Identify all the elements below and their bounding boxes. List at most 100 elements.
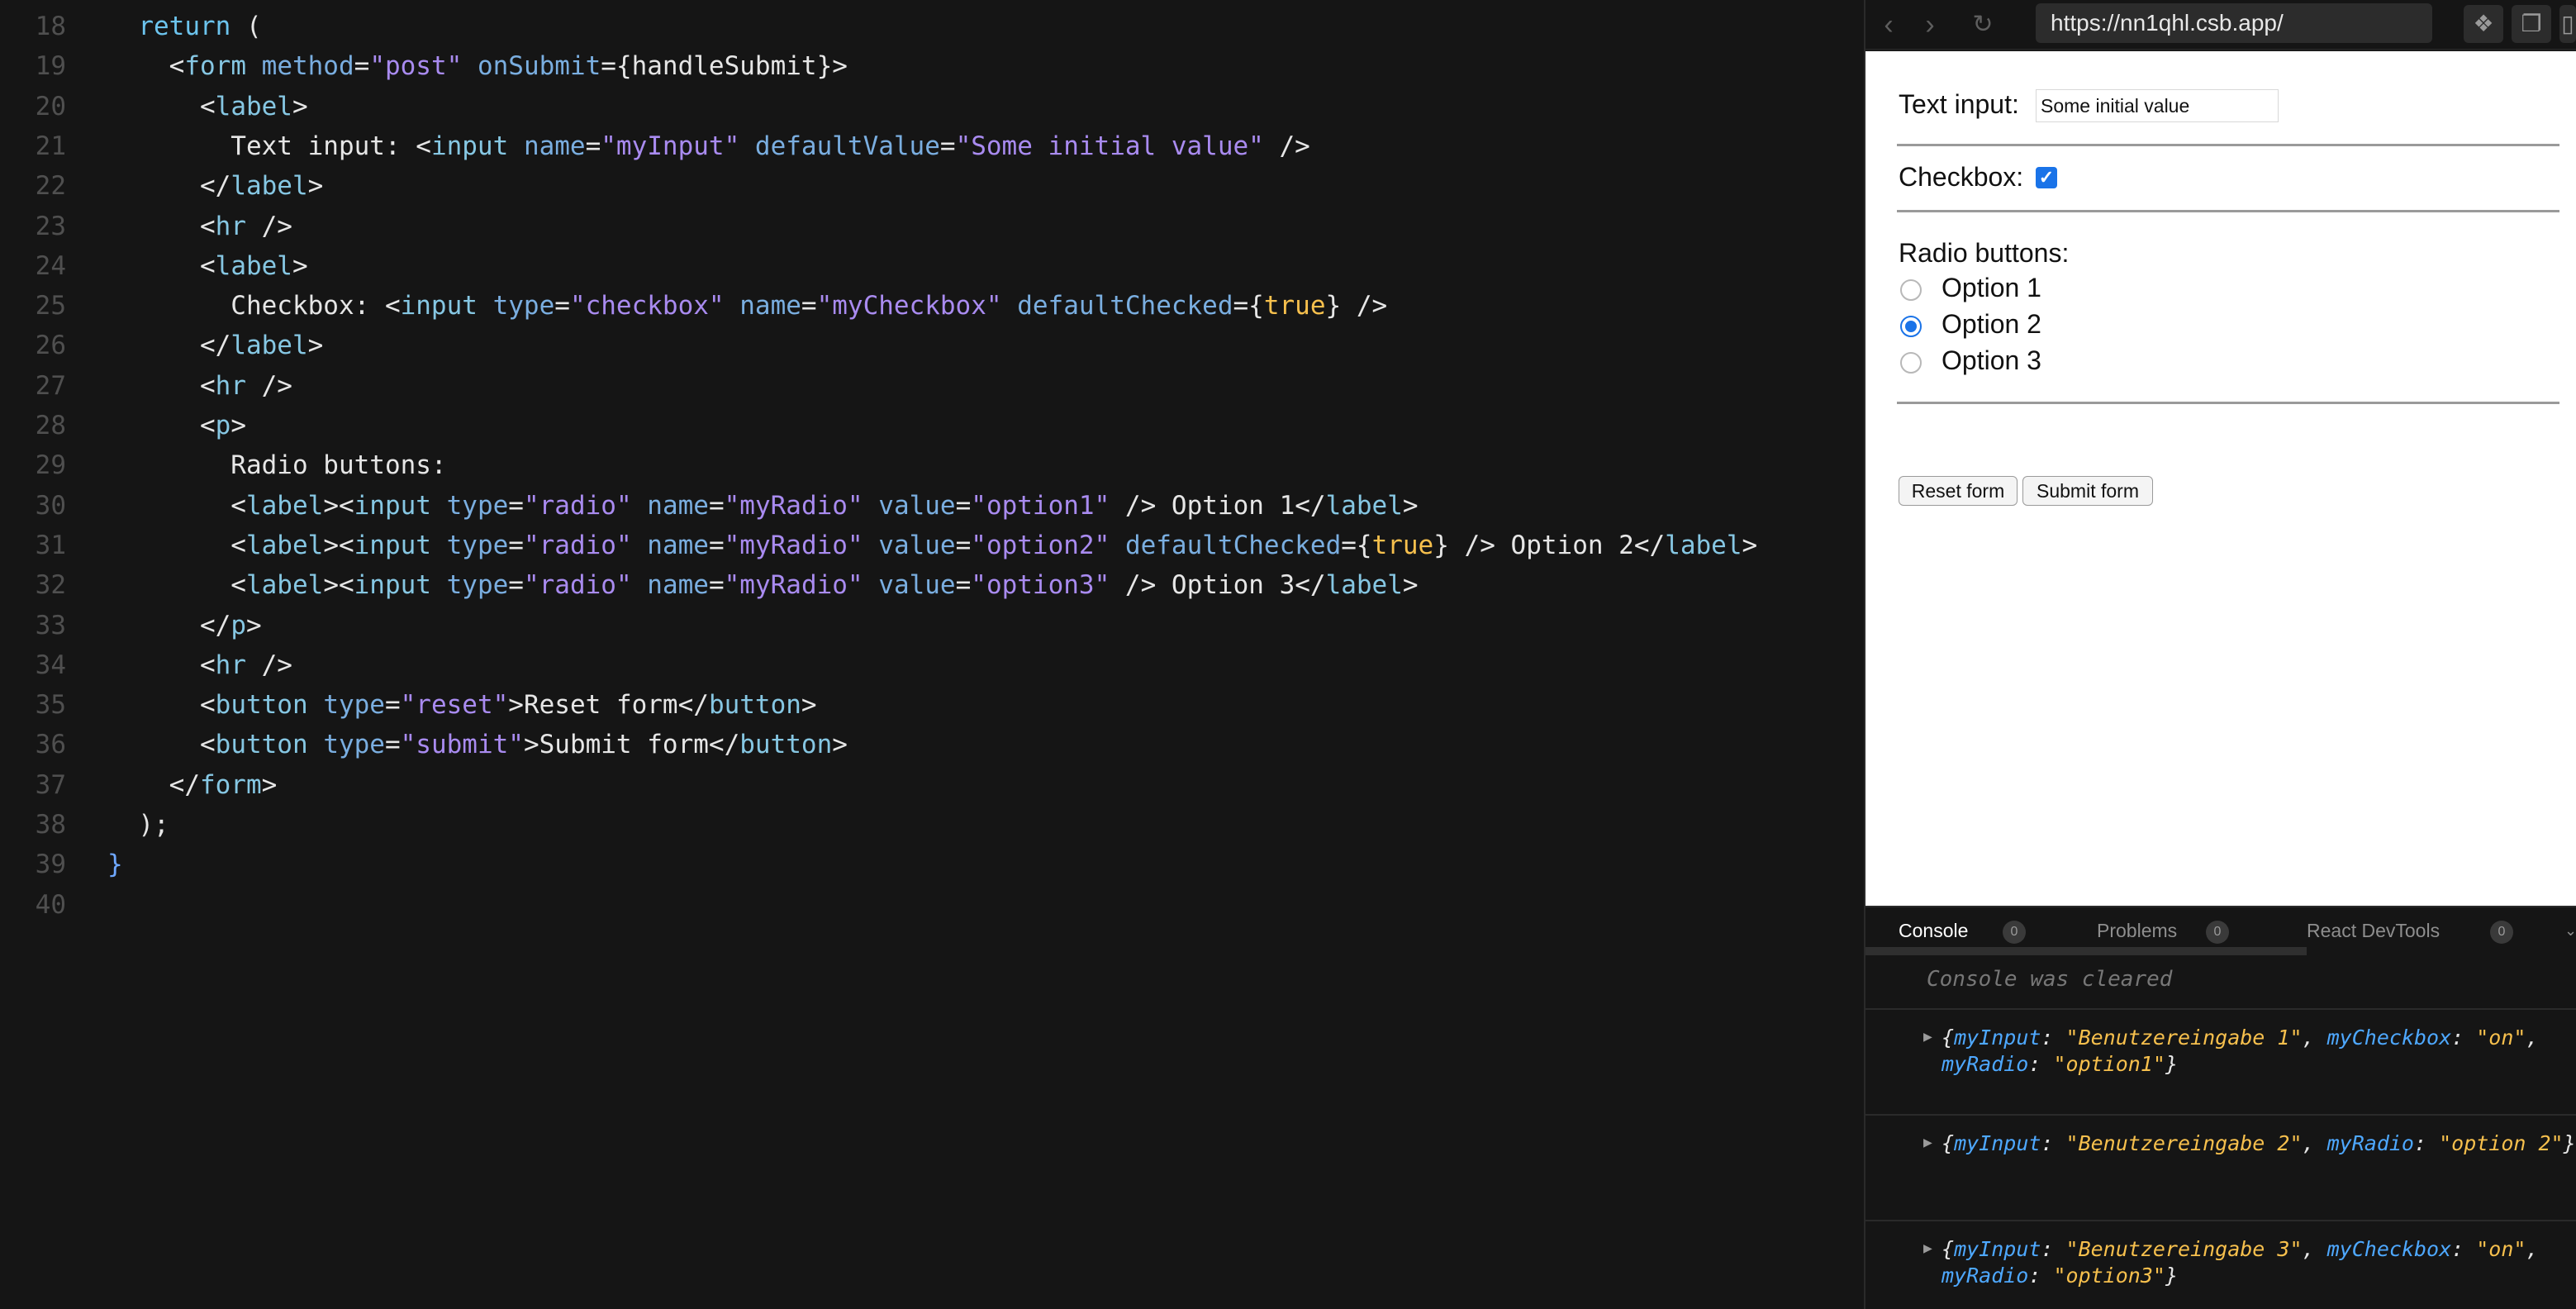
code-line[interactable]: 22 </label> [0, 166, 1839, 206]
code-token: "myCheckbox" [816, 291, 1002, 321]
code-token: label [215, 91, 292, 121]
log-value: "option3" [2053, 1264, 2165, 1288]
console-log-entry[interactable]: {myInput: "Benutzereingabe 1", myCheckbo… [1942, 1025, 2576, 1078]
open-window-icon[interactable]: ❐ [2512, 5, 2551, 43]
console-log-entry[interactable]: {myInput: "Benutzereingabe 3", myCheckbo… [1942, 1236, 2576, 1289]
code-line[interactable]: 26 </label> [0, 326, 1839, 365]
console-log-entry[interactable]: {myInput: "Benutzereingabe 2", myRadio: … [1942, 1130, 2576, 1157]
code-line[interactable]: 36 <button type="submit">Submit form</bu… [0, 725, 1839, 764]
radio-option-1[interactable] [1900, 279, 1922, 301]
line-number: 24 [35, 250, 66, 281]
code-line[interactable]: 28 <p> [0, 406, 1839, 445]
code-token: "option3" [971, 570, 1110, 601]
devtools-tabs: Console 0 Problems 0 React DevTools 0 ⌄ [1865, 907, 2576, 955]
code-token: } /> Option 2</ [1433, 530, 1666, 560]
expand-arrow-icon[interactable]: ▶ [1923, 1240, 1932, 1257]
checkbox[interactable]: ✓ [2036, 167, 2057, 188]
code-token: ={ [1341, 530, 1372, 560]
line-number: 36 [35, 730, 66, 760]
code-line[interactable]: 21 Text input: <input name="myInput" def… [0, 126, 1839, 166]
code-token: type [446, 570, 509, 601]
divider [1897, 402, 2559, 404]
code-token: </ [107, 610, 231, 640]
code-line[interactable]: 34 <hr /> [0, 645, 1839, 685]
code-token: = [955, 490, 972, 521]
expand-arrow-icon[interactable]: ▶ [1923, 1134, 1932, 1151]
code-text: <hr /> [107, 366, 292, 406]
code-line[interactable]: 25 Checkbox: <input type="checkbox" name… [0, 286, 1839, 326]
chevron-down-icon[interactable]: ⌄ [2564, 917, 2576, 944]
code-text: <button type="reset">Reset form</button> [107, 685, 817, 725]
code-token: = [708, 530, 725, 560]
line-number: 31 [35, 530, 66, 560]
code-editor[interactable]: 18 return (19 <form method="post" onSubm… [0, 0, 1839, 1309]
code-line[interactable]: 19 <form method="post" onSubmit={handleS… [0, 46, 1839, 86]
code-token: button [739, 730, 833, 760]
preview-viewport: Text input: Checkbox: ✓ Radio buttons: O… [1865, 51, 2576, 906]
code-token: Radio buttons: [107, 450, 447, 481]
line-number: 21 [35, 131, 66, 161]
code-token: "myInput" [601, 131, 740, 161]
code-line[interactable]: 31 <label><input type="radio" name="myRa… [0, 526, 1839, 565]
code-line[interactable]: 32 <label><input type="radio" name="myRa… [0, 565, 1839, 605]
code-token: /> [245, 370, 292, 401]
line-number: 30 [35, 490, 66, 521]
code-token: ={handleSubmit}> [601, 51, 848, 82]
radio-option-2[interactable] [1900, 316, 1922, 337]
code-line[interactable]: 29 Radio buttons: [0, 445, 1839, 485]
line-number: 35 [35, 690, 66, 721]
code-token: p [215, 411, 231, 440]
checkbox-label: Checkbox: [1899, 162, 2024, 192]
log-value: "Benutzereingabe 2" [2065, 1131, 2303, 1155]
code-line[interactable]: 38 ); [0, 805, 1839, 845]
code-line[interactable]: 40 [0, 885, 1839, 925]
log-key: myInput [1954, 1131, 2041, 1155]
split-icon[interactable]: ▯ [2559, 5, 2576, 43]
code-line[interactable]: 35 <button type="reset">Reset form</butt… [0, 685, 1839, 725]
code-line[interactable]: 30 <label><input type="radio" name="myRa… [0, 486, 1839, 526]
back-icon[interactable]: ‹ [1872, 8, 1905, 41]
code-line[interactable]: 37 </form> [0, 765, 1839, 805]
code-token: /> [1263, 131, 1310, 161]
reset-button[interactable]: Reset form [1899, 476, 2018, 506]
code-token: Text input: < [107, 131, 431, 161]
code-token: > [1402, 490, 1419, 521]
code-token: hr [215, 211, 246, 241]
code-line[interactable]: 33 </p> [0, 606, 1839, 645]
tab-console[interactable]: Console [1899, 917, 1968, 944]
line-number: 34 [35, 650, 66, 680]
code-line[interactable]: 24 <label> [0, 246, 1839, 286]
text-input-field[interactable] [2036, 89, 2279, 122]
code-line[interactable]: 20 <label> [0, 87, 1839, 126]
code-text: <label><input type="radio" name="myRadio… [107, 565, 1418, 605]
code-line[interactable]: 18 return ( [0, 7, 1839, 46]
code-token: true [1371, 530, 1434, 560]
line-number: 20 [35, 91, 66, 121]
devtools-icon[interactable]: ❖ [2464, 5, 2503, 43]
reload-icon[interactable]: ↻ [1966, 8, 1999, 41]
code-token: p [231, 610, 246, 640]
code-line[interactable]: 39} [0, 845, 1839, 884]
expand-arrow-icon[interactable]: ▶ [1923, 1028, 1932, 1045]
log-key: myCheckbox [2326, 1237, 2452, 1261]
code-line[interactable]: 23 <hr /> [0, 207, 1839, 246]
code-text: ); [107, 805, 169, 845]
code-token: /> [245, 211, 292, 241]
tab-problems[interactable]: Problems [2097, 917, 2177, 944]
forward-icon[interactable]: › [1913, 8, 1946, 41]
code-token: = [508, 490, 524, 521]
submit-button[interactable]: Submit form [2022, 476, 2153, 506]
code-token: label [245, 530, 324, 560]
url-input[interactable] [2036, 3, 2432, 43]
radio-option-3[interactable] [1900, 352, 1922, 374]
line-number: 40 [35, 889, 66, 920]
code-text: </form> [107, 765, 278, 805]
code-line[interactable]: 27 <hr /> [0, 366, 1839, 406]
log-separator [1865, 1114, 2576, 1116]
pane-splitter[interactable] [1839, 0, 1865, 1309]
tab-react-devtools[interactable]: React DevTools [2307, 917, 2440, 944]
